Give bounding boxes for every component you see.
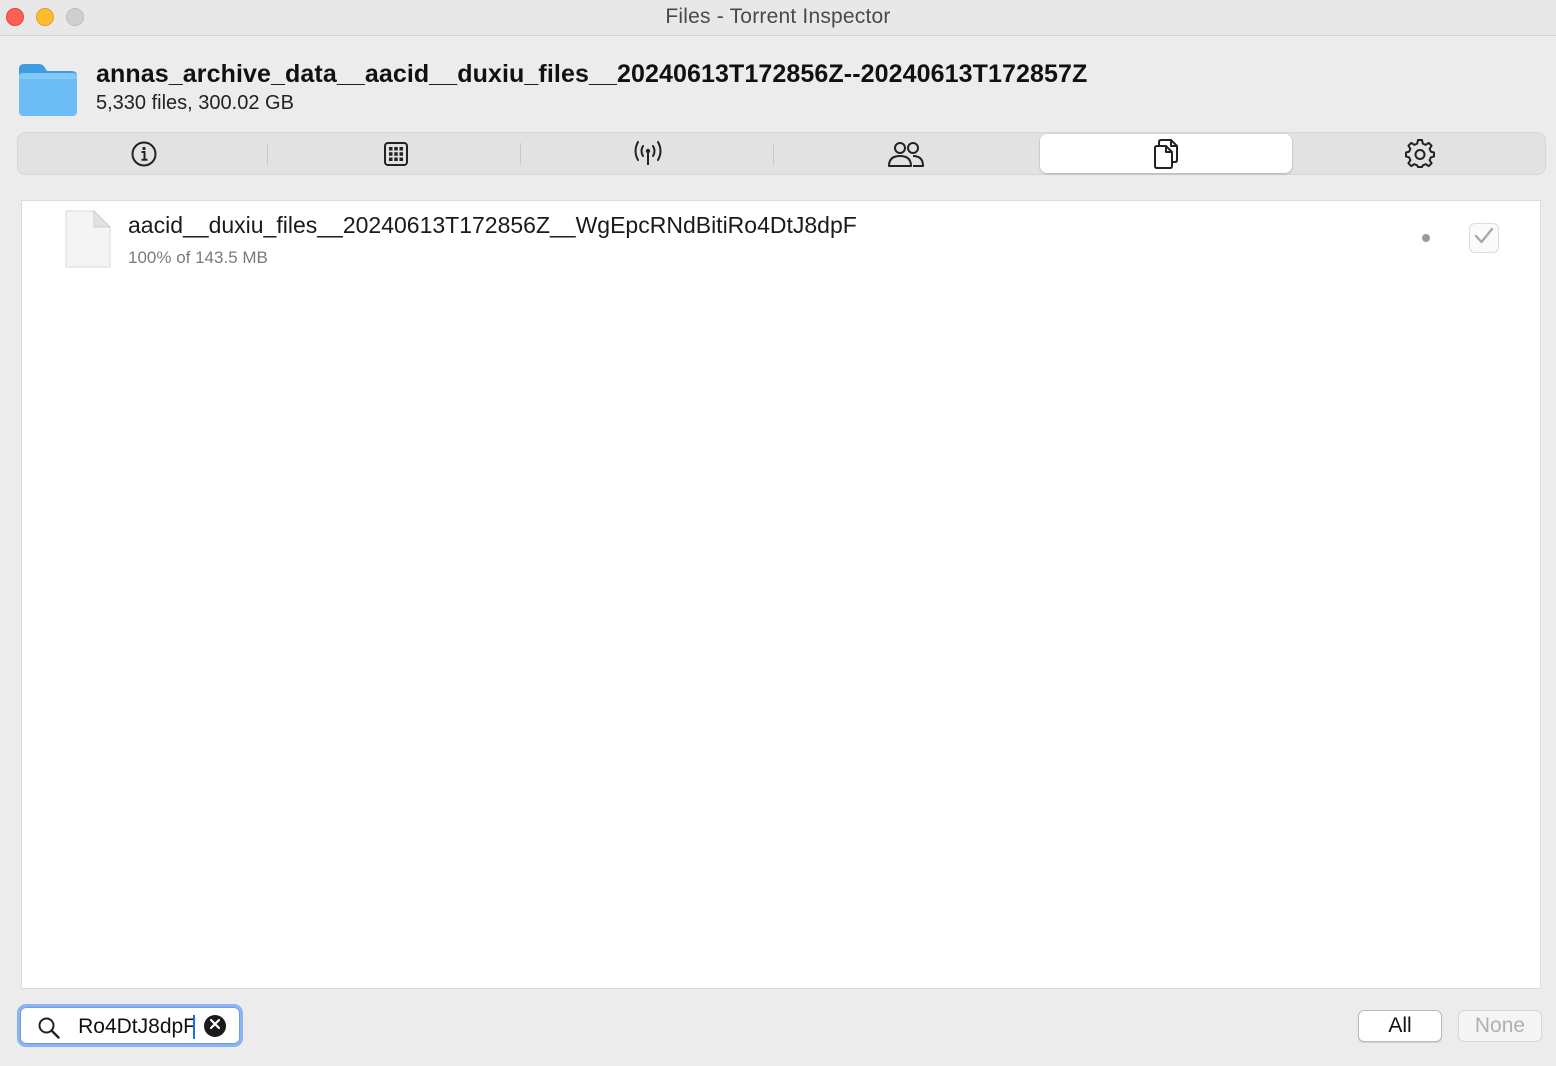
- torrent-summary: 5,330 files, 300.02 GB: [96, 92, 294, 114]
- file-row[interactable]: aacid__duxiu_files__20240613T172856Z__Wg…: [22, 201, 1540, 279]
- peers-icon: [887, 140, 925, 168]
- antenna-icon: [632, 140, 664, 168]
- file-search-field[interactable]: [17, 1004, 243, 1047]
- files-icon: [1152, 138, 1180, 170]
- priority-indicator[interactable]: [1422, 234, 1430, 242]
- tab-trackers[interactable]: [522, 133, 774, 174]
- tab-peers[interactable]: [780, 133, 1032, 174]
- torrent-inspector-window: Files - Torrent Inspector annas_archive_…: [0, 0, 1556, 1066]
- file-progress: 100% of 143.5 MB: [128, 248, 268, 267]
- document-icon: [64, 209, 112, 269]
- title-bar: Files - Torrent Inspector: [0, 0, 1556, 36]
- gear-icon: [1405, 138, 1435, 169]
- tab-info[interactable]: [18, 133, 270, 174]
- torrent-name: annas_archive_data__aacid__duxiu_files__…: [96, 60, 1088, 88]
- close-icon: [209, 1017, 221, 1035]
- checkmark-icon: [1474, 227, 1494, 250]
- tab-separator: [520, 143, 521, 165]
- magnifying-glass-icon: [37, 1016, 61, 1045]
- select-all-button[interactable]: All: [1358, 1010, 1442, 1042]
- pieces-grid-icon: [383, 141, 409, 167]
- file-list[interactable]: aacid__duxiu_files__20240613T172856Z__Wg…: [21, 200, 1541, 989]
- file-name: aacid__duxiu_files__20240613T172856Z__Wg…: [128, 212, 857, 238]
- file-download-checkbox[interactable]: [1469, 223, 1499, 253]
- tab-separator: [773, 143, 774, 165]
- info-icon: [130, 140, 158, 168]
- tab-separator: [267, 143, 268, 165]
- folder-icon: [17, 61, 79, 117]
- select-none-button[interactable]: None: [1458, 1010, 1542, 1042]
- inspector-tabs: [17, 132, 1546, 175]
- tab-files[interactable]: [1040, 134, 1292, 173]
- text-cursor: [193, 1015, 195, 1039]
- search-input[interactable]: [68, 1013, 196, 1041]
- tab-activity[interactable]: [270, 133, 522, 174]
- clear-search-button[interactable]: [204, 1015, 226, 1037]
- tab-options[interactable]: [1294, 133, 1546, 174]
- window-title: Files - Torrent Inspector: [665, 5, 891, 28]
